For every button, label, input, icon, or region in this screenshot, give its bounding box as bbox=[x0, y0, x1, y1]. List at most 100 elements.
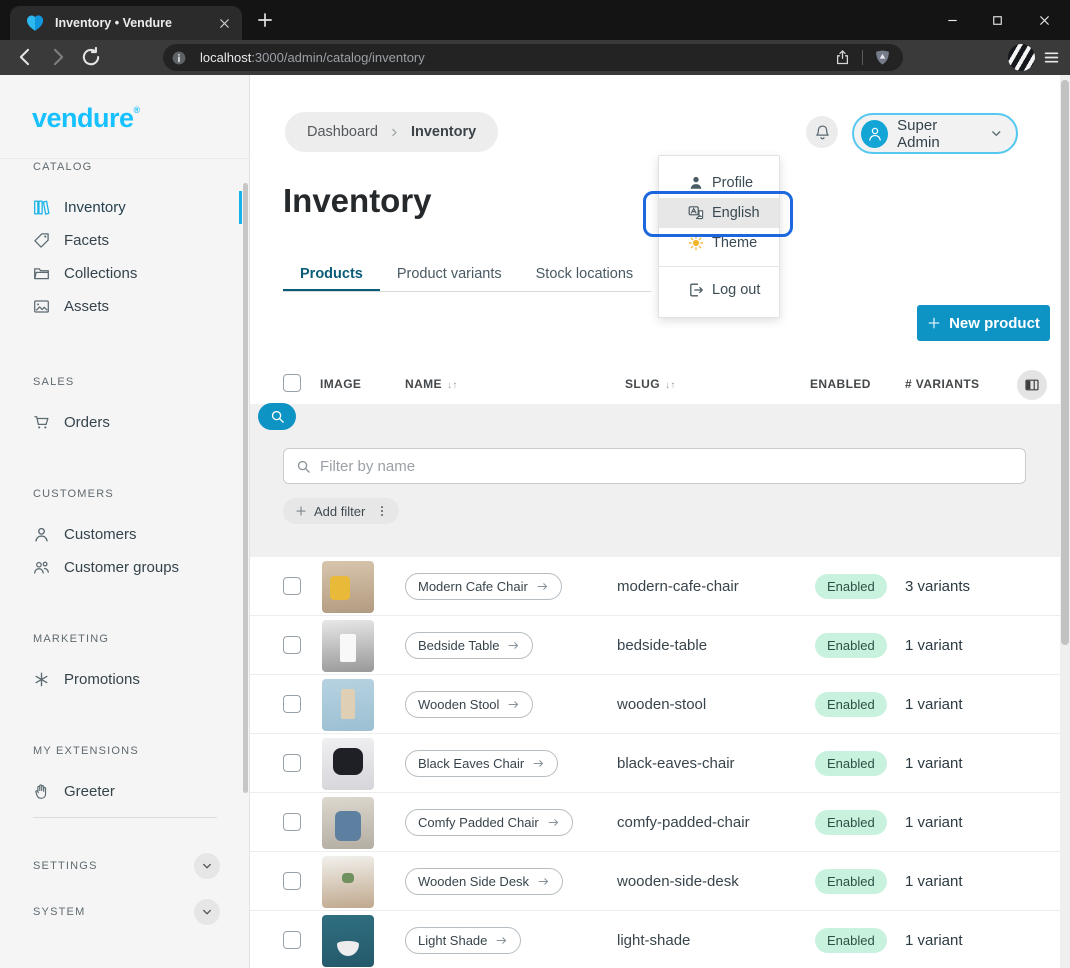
add-filter-button[interactable]: Add filter bbox=[283, 498, 399, 524]
browser-profile-avatar[interactable] bbox=[1008, 44, 1035, 71]
menu-item-icon bbox=[688, 175, 704, 191]
column-settings-button[interactable] bbox=[1017, 370, 1047, 400]
product-name-link[interactable]: Black Eaves Chair bbox=[405, 750, 558, 777]
sort-icon[interactable]: ↓↑ bbox=[447, 380, 458, 391]
window-minimize-button[interactable] bbox=[929, 0, 975, 40]
row-checkbox[interactable] bbox=[283, 577, 301, 595]
address-bar[interactable]: localhost:3000/admin/catalog/inventory bbox=[163, 44, 903, 71]
product-image[interactable] bbox=[322, 797, 374, 849]
sidebar-item-orders[interactable]: Orders bbox=[0, 406, 237, 439]
sidebar-section-label: MARKETING bbox=[0, 633, 237, 647]
row-checkbox[interactable] bbox=[283, 636, 301, 654]
product-image[interactable] bbox=[322, 679, 374, 731]
column-header-name[interactable]: NAME↓↑ bbox=[405, 377, 458, 391]
product-slug: bedside-table bbox=[617, 637, 707, 654]
sidebar-item-facets[interactable]: Facets bbox=[0, 224, 237, 257]
chevron-down-icon[interactable] bbox=[194, 899, 220, 925]
sidebar-item-inventory[interactable]: Inventory bbox=[0, 191, 237, 224]
row-checkbox[interactable] bbox=[283, 813, 301, 831]
user-dropdown-menu: Profile English Theme Log out bbox=[658, 155, 780, 318]
tab-close-icon[interactable] bbox=[217, 16, 232, 31]
product-image[interactable] bbox=[322, 561, 374, 613]
sidebar-section: CUSTOMERS Customers Customer groups bbox=[0, 488, 237, 584]
product-table: Modern Cafe Chair modern-cafe-chair Enab… bbox=[250, 557, 1060, 968]
sidebar-section: SALES Orders bbox=[0, 376, 237, 439]
browser-tab[interactable]: Inventory • Vendure bbox=[10, 6, 242, 40]
share-icon[interactable] bbox=[834, 49, 851, 66]
nav-icon bbox=[33, 298, 50, 315]
variant-count: 1 variant bbox=[905, 696, 963, 713]
sidebar-divider bbox=[0, 158, 250, 159]
filter-input[interactable] bbox=[320, 458, 1000, 475]
product-image[interactable] bbox=[322, 738, 374, 790]
vendure-logo[interactable]: vendure® bbox=[32, 103, 140, 134]
sidebar-item-greeter[interactable]: Greeter bbox=[0, 775, 237, 808]
sidebar-item-assets[interactable]: Assets bbox=[0, 290, 237, 323]
sidebar-item-collections[interactable]: Collections bbox=[0, 257, 237, 290]
menu-item-english[interactable]: English bbox=[659, 198, 779, 228]
notifications-button[interactable] bbox=[806, 116, 838, 148]
new-tab-button[interactable] bbox=[256, 11, 274, 29]
plus-icon bbox=[927, 316, 941, 330]
sidebar-section-system[interactable]: SYSTEM bbox=[0, 897, 250, 927]
active-nav-indicator bbox=[239, 191, 242, 224]
product-name-link[interactable]: Wooden Stool bbox=[405, 691, 533, 718]
product-name-link[interactable]: Wooden Side Desk bbox=[405, 868, 563, 895]
sort-icon[interactable]: ↓↑ bbox=[665, 380, 676, 391]
menu-item-icon bbox=[688, 282, 704, 298]
user-menu-button[interactable]: Super Admin bbox=[852, 113, 1018, 154]
breadcrumb-inventory[interactable]: Inventory bbox=[411, 124, 476, 140]
menu-divider bbox=[659, 266, 779, 267]
product-name-link[interactable]: Modern Cafe Chair bbox=[405, 573, 562, 600]
brave-shield-icon[interactable] bbox=[874, 49, 891, 66]
product-name-link[interactable]: Comfy Padded Chair bbox=[405, 809, 573, 836]
product-image-detail bbox=[330, 576, 350, 600]
enabled-badge: Enabled bbox=[815, 751, 887, 776]
sidebar-item-promotions[interactable]: Promotions bbox=[0, 663, 237, 696]
sidebar-item-customers[interactable]: Customers bbox=[0, 518, 237, 551]
new-product-button[interactable]: New product bbox=[917, 305, 1050, 341]
nav-icon bbox=[33, 671, 50, 688]
sidebar-section-settings[interactable]: SETTINGS bbox=[0, 851, 250, 881]
product-name-link[interactable]: Bedside Table bbox=[405, 632, 533, 659]
browser-menu-icon[interactable] bbox=[1042, 48, 1061, 67]
product-image[interactable] bbox=[322, 915, 374, 967]
breadcrumb[interactable]: Dashboard Inventory bbox=[285, 112, 498, 152]
window-maximize-button[interactable] bbox=[974, 0, 1020, 40]
back-button[interactable] bbox=[14, 46, 36, 68]
sidebar-scrollbar[interactable] bbox=[243, 183, 248, 793]
page-scrollbar-thumb[interactable] bbox=[1061, 80, 1069, 645]
chevron-down-icon[interactable] bbox=[194, 853, 220, 879]
window-close-button[interactable] bbox=[1021, 0, 1067, 40]
nav-icon bbox=[33, 414, 50, 431]
tab-products[interactable]: Products bbox=[283, 257, 380, 291]
row-checkbox[interactable] bbox=[283, 872, 301, 890]
row-checkbox[interactable] bbox=[283, 931, 301, 949]
product-image[interactable] bbox=[322, 856, 374, 908]
breadcrumb-dashboard[interactable]: Dashboard bbox=[307, 124, 378, 140]
main-content: Dashboard Inventory Super Admin Inventor… bbox=[250, 75, 1060, 968]
column-header-image[interactable]: IMAGE bbox=[320, 377, 361, 391]
forward-button[interactable] bbox=[47, 46, 69, 68]
menu-item-theme[interactable]: Theme bbox=[659, 228, 779, 258]
toolbar-separator bbox=[862, 50, 863, 65]
tab-product-variants[interactable]: Product variants bbox=[380, 257, 519, 291]
reload-button[interactable] bbox=[80, 46, 102, 68]
tab-stock-locations[interactable]: Stock locations bbox=[519, 257, 651, 291]
site-info-icon[interactable] bbox=[171, 50, 187, 66]
column-header-slug[interactable]: SLUG↓↑ bbox=[625, 377, 676, 391]
table-row: Black Eaves Chair black-eaves-chair Enab… bbox=[250, 734, 1060, 793]
more-options-icon[interactable] bbox=[375, 504, 389, 518]
sidebar-section-label: MY EXTENSIONS bbox=[0, 745, 237, 759]
page-scrollbar[interactable] bbox=[1060, 75, 1070, 968]
row-checkbox[interactable] bbox=[283, 695, 301, 713]
select-all-checkbox[interactable] bbox=[283, 374, 301, 392]
product-name-link[interactable]: Light Shade bbox=[405, 927, 521, 954]
row-checkbox[interactable] bbox=[283, 754, 301, 772]
product-image[interactable] bbox=[322, 620, 374, 672]
product-slug: light-shade bbox=[617, 932, 690, 949]
sidebar-item-customer-groups[interactable]: Customer groups bbox=[0, 551, 237, 584]
menu-item-profile[interactable]: Profile bbox=[659, 168, 779, 198]
search-toggle-button[interactable] bbox=[258, 403, 296, 430]
menu-item-log-out[interactable]: Log out bbox=[659, 275, 779, 305]
